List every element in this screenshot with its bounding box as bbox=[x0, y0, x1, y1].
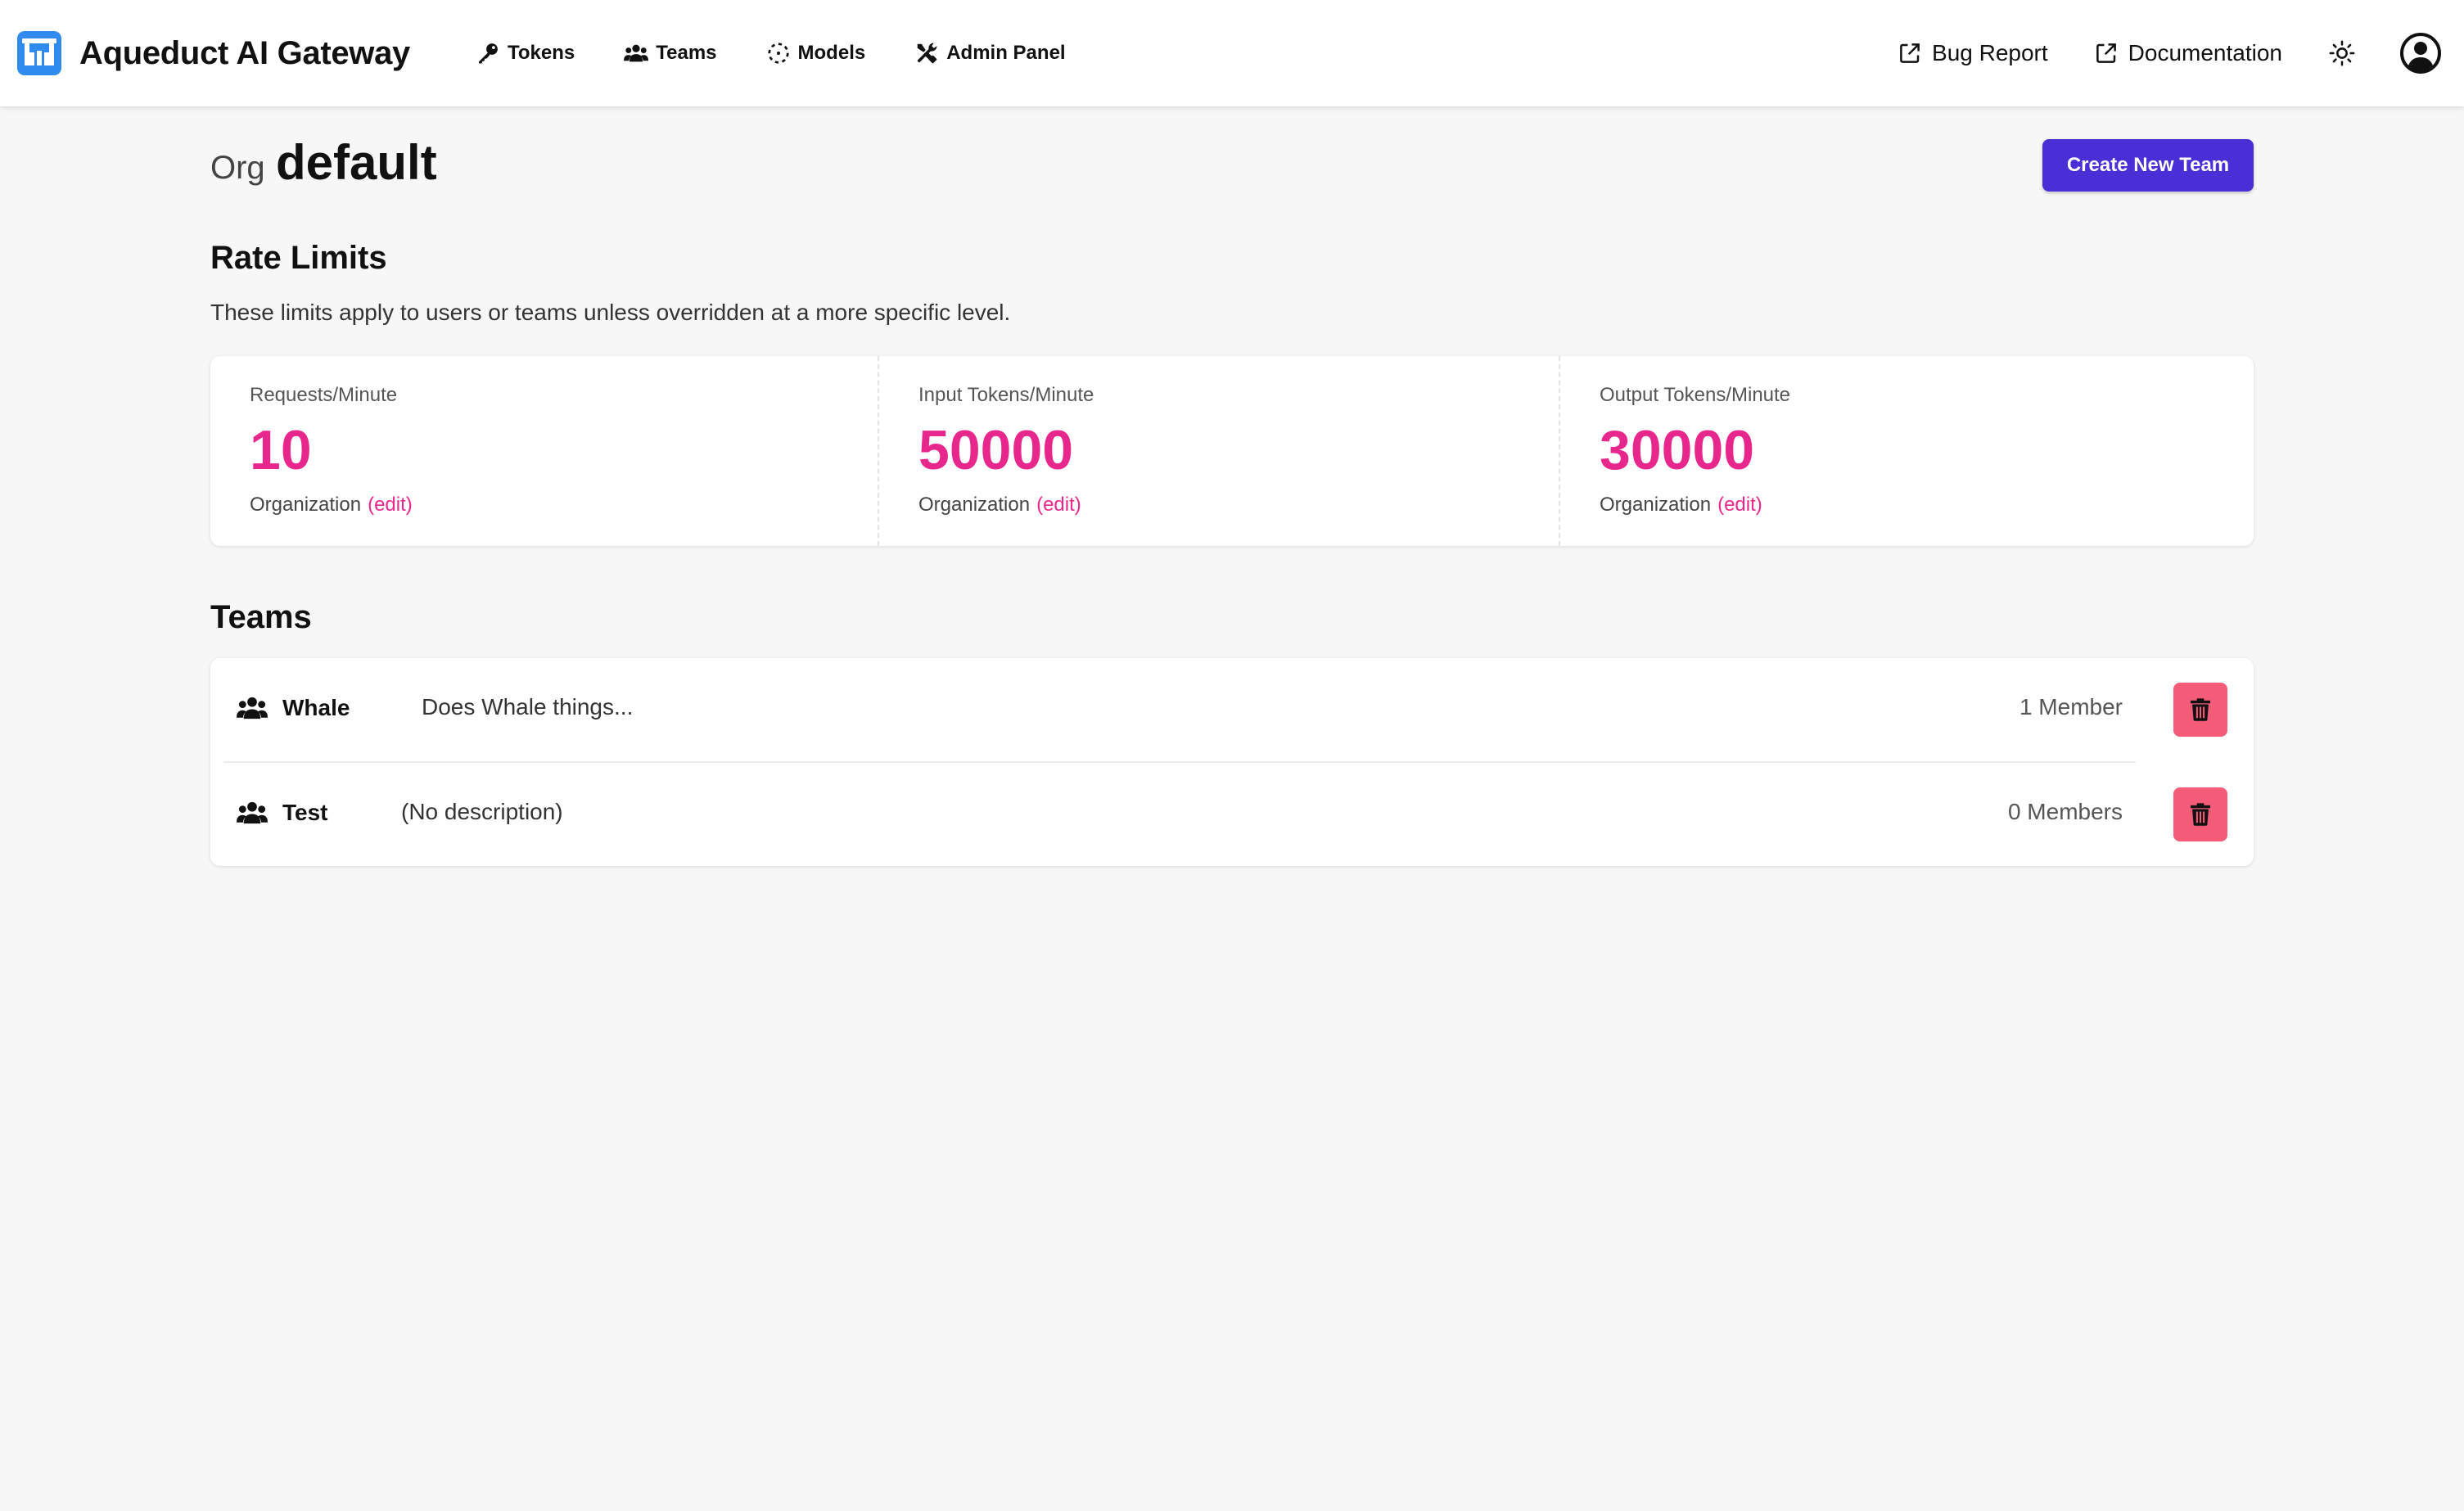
sun-icon[interactable] bbox=[2328, 39, 2356, 67]
user-circle-icon[interactable] bbox=[2400, 33, 2441, 74]
nav-admin-panel[interactable]: Admin Panel bbox=[914, 41, 1066, 65]
bug-report-link[interactable]: Bug Report bbox=[1898, 40, 2048, 66]
delete-team-button[interactable] bbox=[2173, 683, 2227, 737]
page-title-row: Org default Create New Team bbox=[210, 106, 2254, 229]
limit-label: Input Tokens/Minute bbox=[918, 384, 1094, 406]
limit-label: Output Tokens/Minute bbox=[1600, 384, 1791, 406]
users-icon bbox=[624, 44, 649, 62]
external-link-icon bbox=[2096, 43, 2116, 63]
aqueduct-logo-icon bbox=[17, 31, 61, 75]
limit-scope: Organization (edit) bbox=[918, 494, 1081, 516]
org-prefix: Org bbox=[210, 150, 265, 186]
team-description: (No description) bbox=[401, 799, 563, 824]
trash-icon bbox=[2191, 698, 2210, 721]
rate-limits-description: These limits apply to users or teams unl… bbox=[210, 300, 1011, 325]
limit-input-tokens-per-minute: Input Tokens/Minute 50000 Organization (e… bbox=[878, 356, 1559, 546]
team-row[interactable]: Whale Does Whale things... 1 Member bbox=[210, 658, 2254, 761]
brand[interactable]: Aqueduct AI Gateway bbox=[17, 31, 410, 75]
team-name: Test bbox=[282, 800, 328, 825]
app-title: Aqueduct AI Gateway bbox=[79, 34, 411, 71]
team-name: Whale bbox=[282, 695, 350, 720]
limit-label: Requests/Minute bbox=[250, 384, 398, 406]
top-navbar: Aqueduct AI Gateway Tokens Teams Models … bbox=[0, 0, 2464, 106]
header-right-tools: Bug Report Documentation bbox=[1898, 0, 2464, 106]
edit-link[interactable]: (edit) bbox=[1717, 494, 1762, 516]
documentation-link[interactable]: Documentation bbox=[2094, 40, 2282, 66]
limit-scope: Organization (edit) bbox=[1600, 494, 1762, 516]
edit-link[interactable]: (edit) bbox=[1036, 494, 1081, 516]
team-member-count: 1 Member bbox=[2019, 694, 2123, 719]
page-title: default bbox=[276, 135, 437, 190]
limit-scope-label: Organization bbox=[1600, 494, 1712, 516]
limit-output-tokens-per-minute: Output Tokens/Minute 30000 Organization(… bbox=[1559, 356, 2254, 546]
limit-scope-label: Organization bbox=[250, 494, 362, 516]
users-icon bbox=[237, 697, 268, 719]
teams-list: Whale Does Whale things... 1 Member Test… bbox=[210, 658, 2254, 866]
nav-teams[interactable]: Teams bbox=[624, 41, 717, 65]
team-member-count: 0 Members bbox=[2007, 799, 2123, 824]
bug-report-label: Bug Report bbox=[1932, 40, 2048, 65]
key-icon bbox=[478, 43, 498, 64]
tools-icon bbox=[917, 43, 937, 64]
edit-link[interactable]: (edit) bbox=[368, 494, 413, 516]
main-nav: Tokens Teams Models Admin Panel bbox=[476, 41, 1115, 65]
trash-icon bbox=[2191, 803, 2210, 826]
nav-teams-label: Teams bbox=[656, 42, 717, 64]
limit-scope-label: Organization bbox=[918, 494, 1031, 516]
rate-limits-card: Requests/Minute 10 Organization (edit) In… bbox=[210, 356, 2254, 546]
team-row[interactable]: Test (No description) 0 Members bbox=[210, 763, 2254, 866]
nav-models[interactable]: Models bbox=[766, 41, 866, 65]
limit-value: 30000 bbox=[1600, 419, 1755, 481]
nav-tokens-label: Tokens bbox=[508, 42, 575, 64]
limit-value: 10 bbox=[250, 419, 312, 481]
limit-value: 50000 bbox=[918, 419, 1074, 481]
create-new-team-button[interactable]: Create New Team bbox=[2042, 139, 2254, 192]
team-description: Does Whale things... bbox=[422, 694, 634, 719]
limit-scope: Organization (edit) bbox=[250, 494, 413, 516]
delete-team-button[interactable] bbox=[2173, 787, 2227, 841]
main-content: Org default Create New Team Rate Limits … bbox=[210, 106, 2254, 866]
limit-requests-per-minute: Requests/Minute 10 Organization (edit) bbox=[210, 356, 878, 546]
rate-limits-title: Rate Limits bbox=[210, 240, 387, 276]
users-icon bbox=[237, 801, 268, 824]
external-link-icon bbox=[1900, 43, 1920, 63]
nav-admin-panel-label: Admin Panel bbox=[946, 42, 1066, 64]
nav-tokens[interactable]: Tokens bbox=[476, 41, 575, 65]
dashed-circle-icon bbox=[767, 43, 789, 64]
documentation-label: Documentation bbox=[2128, 40, 2282, 65]
teams-title: Teams bbox=[210, 599, 312, 635]
nav-models-label: Models bbox=[797, 42, 866, 64]
